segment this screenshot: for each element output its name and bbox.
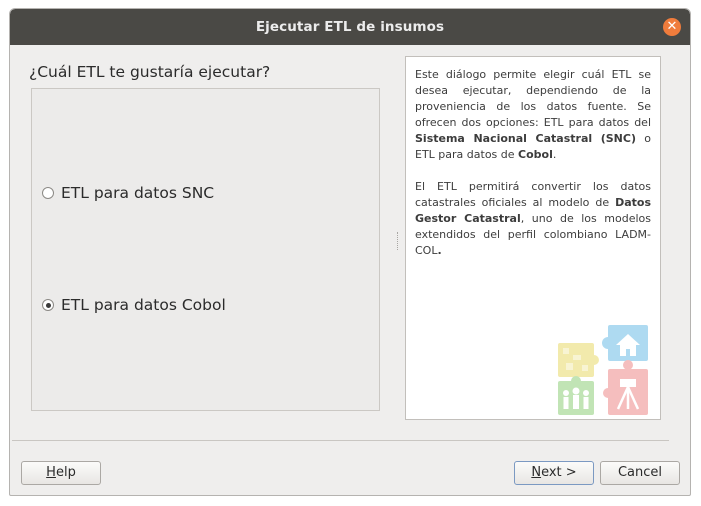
footer-separator — [12, 440, 669, 441]
help-paragraph-1: Este diálogo permite elegir cuál ETL se … — [415, 68, 651, 161]
puzzle-logo-icon — [558, 325, 648, 415]
splitter-handle[interactable] — [397, 232, 400, 250]
radio-label-snc: ETL para datos SNC — [61, 184, 215, 202]
help-paragraph-2: El ETL permitirá convertir los datos cat… — [415, 180, 651, 257]
cancel-button[interactable]: Cancel — [600, 461, 680, 485]
title-bar[interactable]: Ejecutar ETL de insumos ✕ — [10, 9, 690, 45]
help-button[interactable]: Help — [21, 461, 101, 485]
next-button[interactable]: Next > — [514, 461, 594, 485]
radio-label-cobol: ETL para datos Cobol — [61, 296, 226, 314]
close-icon[interactable]: ✕ — [663, 18, 681, 36]
radio-option-cobol[interactable]: ETL para datos Cobol — [42, 296, 226, 314]
radio-button-cobol[interactable] — [42, 299, 54, 311]
question-label: ¿Cuál ETL te gustaría ejecutar? — [29, 63, 271, 81]
dialog-title: Ejecutar ETL de insumos — [255, 19, 445, 35]
options-group: ETL para datos SNC ETL para datos Cobol — [31, 88, 380, 411]
radio-option-snc[interactable]: ETL para datos SNC — [42, 184, 214, 202]
radio-button-snc[interactable] — [42, 187, 54, 199]
